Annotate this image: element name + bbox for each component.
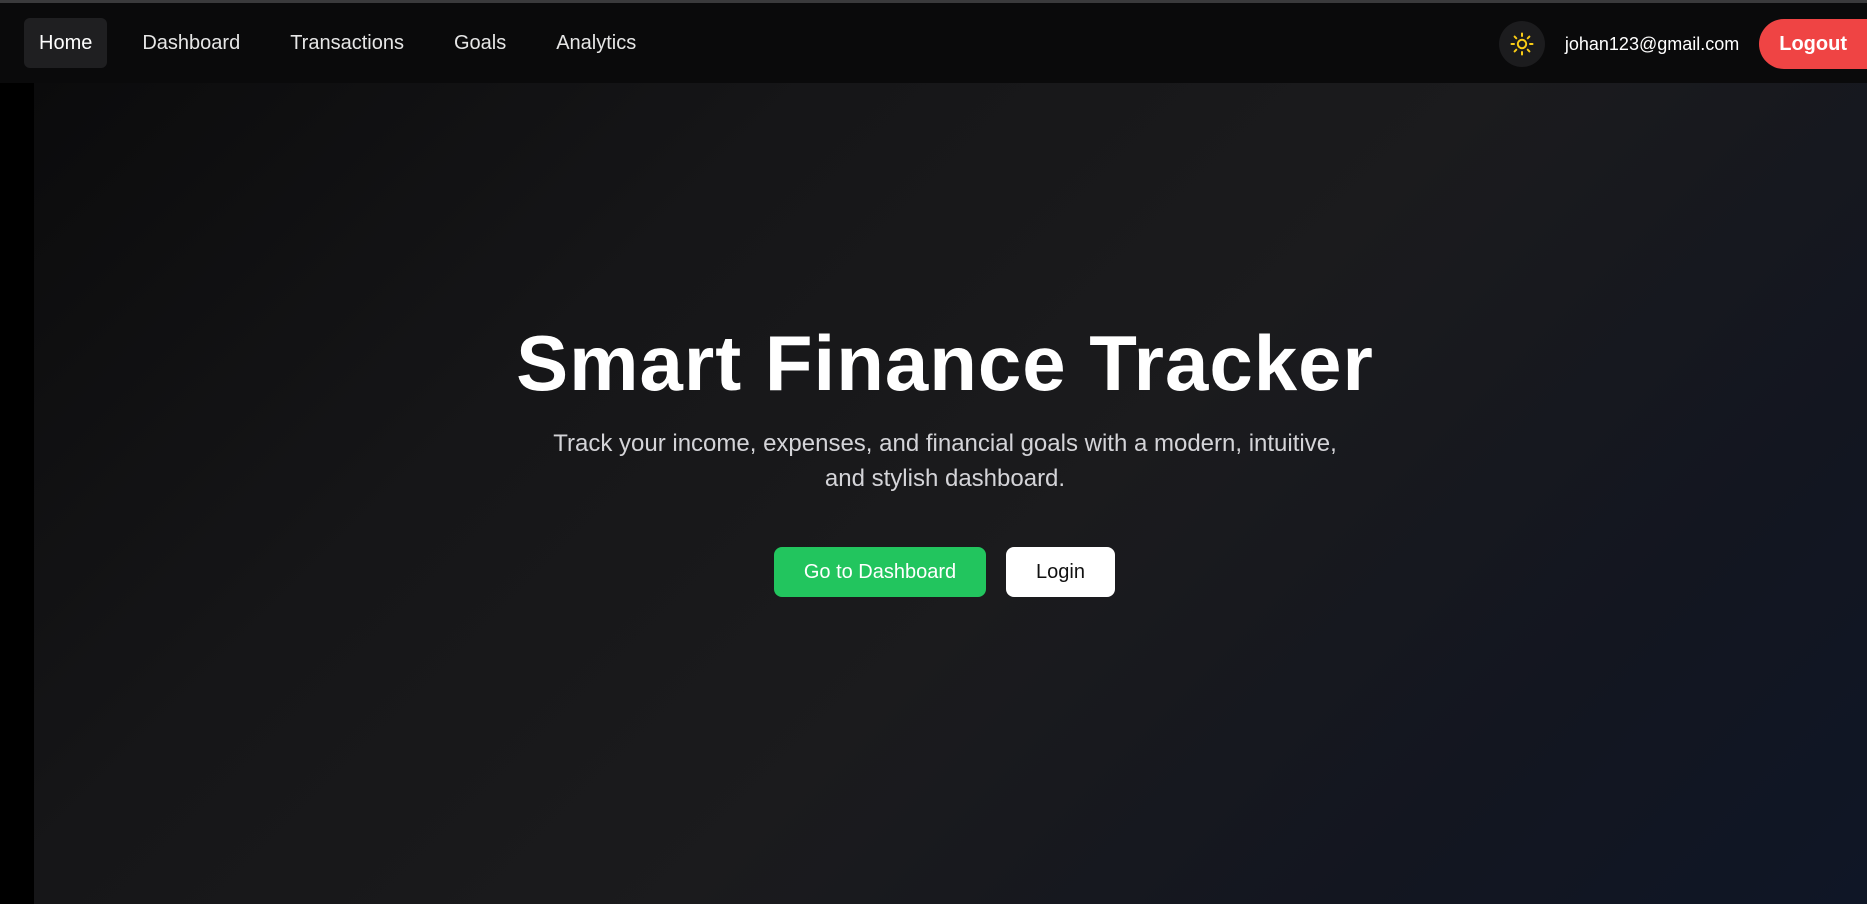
logout-button[interactable]: Logout <box>1759 19 1867 69</box>
hero-section: Smart Finance Tracker Track your income,… <box>34 83 1867 904</box>
nav-goals[interactable]: Goals <box>439 18 521 68</box>
go-to-dashboard-button[interactable]: Go to Dashboard <box>774 547 986 597</box>
hero-subtitle: Track your income, expenses, and financi… <box>553 430 1337 492</box>
nav-home[interactable]: Home <box>24 18 108 68</box>
nav-dashboard[interactable]: Dashboard <box>127 18 255 68</box>
theme-toggle-button[interactable] <box>1498 21 1545 67</box>
nav-analytics[interactable]: Analytics <box>541 18 651 68</box>
login-button[interactable]: Login <box>1006 547 1115 597</box>
user-email: johan123@gmail.com <box>1564 33 1740 54</box>
top-navbar: Home Dashboard Transactions Goals Analyt… <box>0 3 1867 83</box>
nav-user-area: johan123@gmail.com Logout <box>1498 19 1867 69</box>
hero-title: Smart Finance Tracker <box>516 319 1374 407</box>
hero-actions: Go to Dashboard Login <box>774 547 1115 597</box>
nav-transactions[interactable]: Transactions <box>275 18 419 68</box>
sun-icon <box>1510 32 1534 56</box>
nav-links: Home Dashboard Transactions Goals Analyt… <box>24 18 671 68</box>
